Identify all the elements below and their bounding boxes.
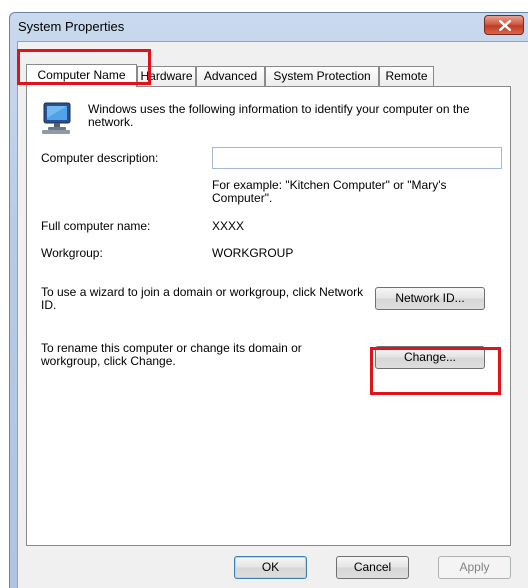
computer-icon bbox=[42, 102, 71, 134]
intro-text: Windows uses the following information t… bbox=[88, 102, 470, 129]
apply-button[interactable]: Apply bbox=[438, 556, 511, 579]
highlight-change-button bbox=[370, 347, 501, 395]
example-text: For example: "Kitchen Computer" or "Mary… bbox=[212, 178, 447, 205]
workgroup-label: Workgroup: bbox=[41, 246, 103, 260]
system-properties-window: System Properties Computer Name Hardware… bbox=[9, 12, 528, 588]
computer-name-panel: Windows uses the following information t… bbox=[26, 86, 511, 546]
network-id-instructions: To use a wizard to join a domain or work… bbox=[41, 285, 364, 312]
dialog-client-area: Computer Name Hardware Advanced System P… bbox=[17, 41, 528, 588]
close-icon bbox=[499, 20, 511, 31]
title-bar[interactable]: System Properties bbox=[10, 13, 528, 41]
cancel-button[interactable]: Cancel bbox=[336, 556, 409, 579]
full-computer-name-label: Full computer name: bbox=[41, 219, 151, 233]
window-title: System Properties bbox=[18, 19, 125, 34]
computer-description-input[interactable] bbox=[212, 147, 502, 169]
network-id-button[interactable]: Network ID... bbox=[375, 287, 485, 310]
full-computer-name-value: XXXX bbox=[212, 219, 245, 233]
highlight-computer-name-tab bbox=[17, 49, 151, 85]
tab-remote[interactable]: Remote bbox=[379, 66, 434, 86]
computer-description-label: Computer description: bbox=[41, 151, 159, 165]
tab-system-protection[interactable]: System Protection bbox=[265, 66, 379, 86]
close-button[interactable] bbox=[484, 15, 524, 35]
rename-instructions[interactable]: To rename this computer or change its do… bbox=[41, 342, 361, 368]
workgroup-value: WORKGROUP bbox=[212, 246, 294, 260]
tab-advanced[interactable]: Advanced bbox=[196, 66, 265, 86]
ok-button[interactable]: OK bbox=[234, 556, 307, 579]
